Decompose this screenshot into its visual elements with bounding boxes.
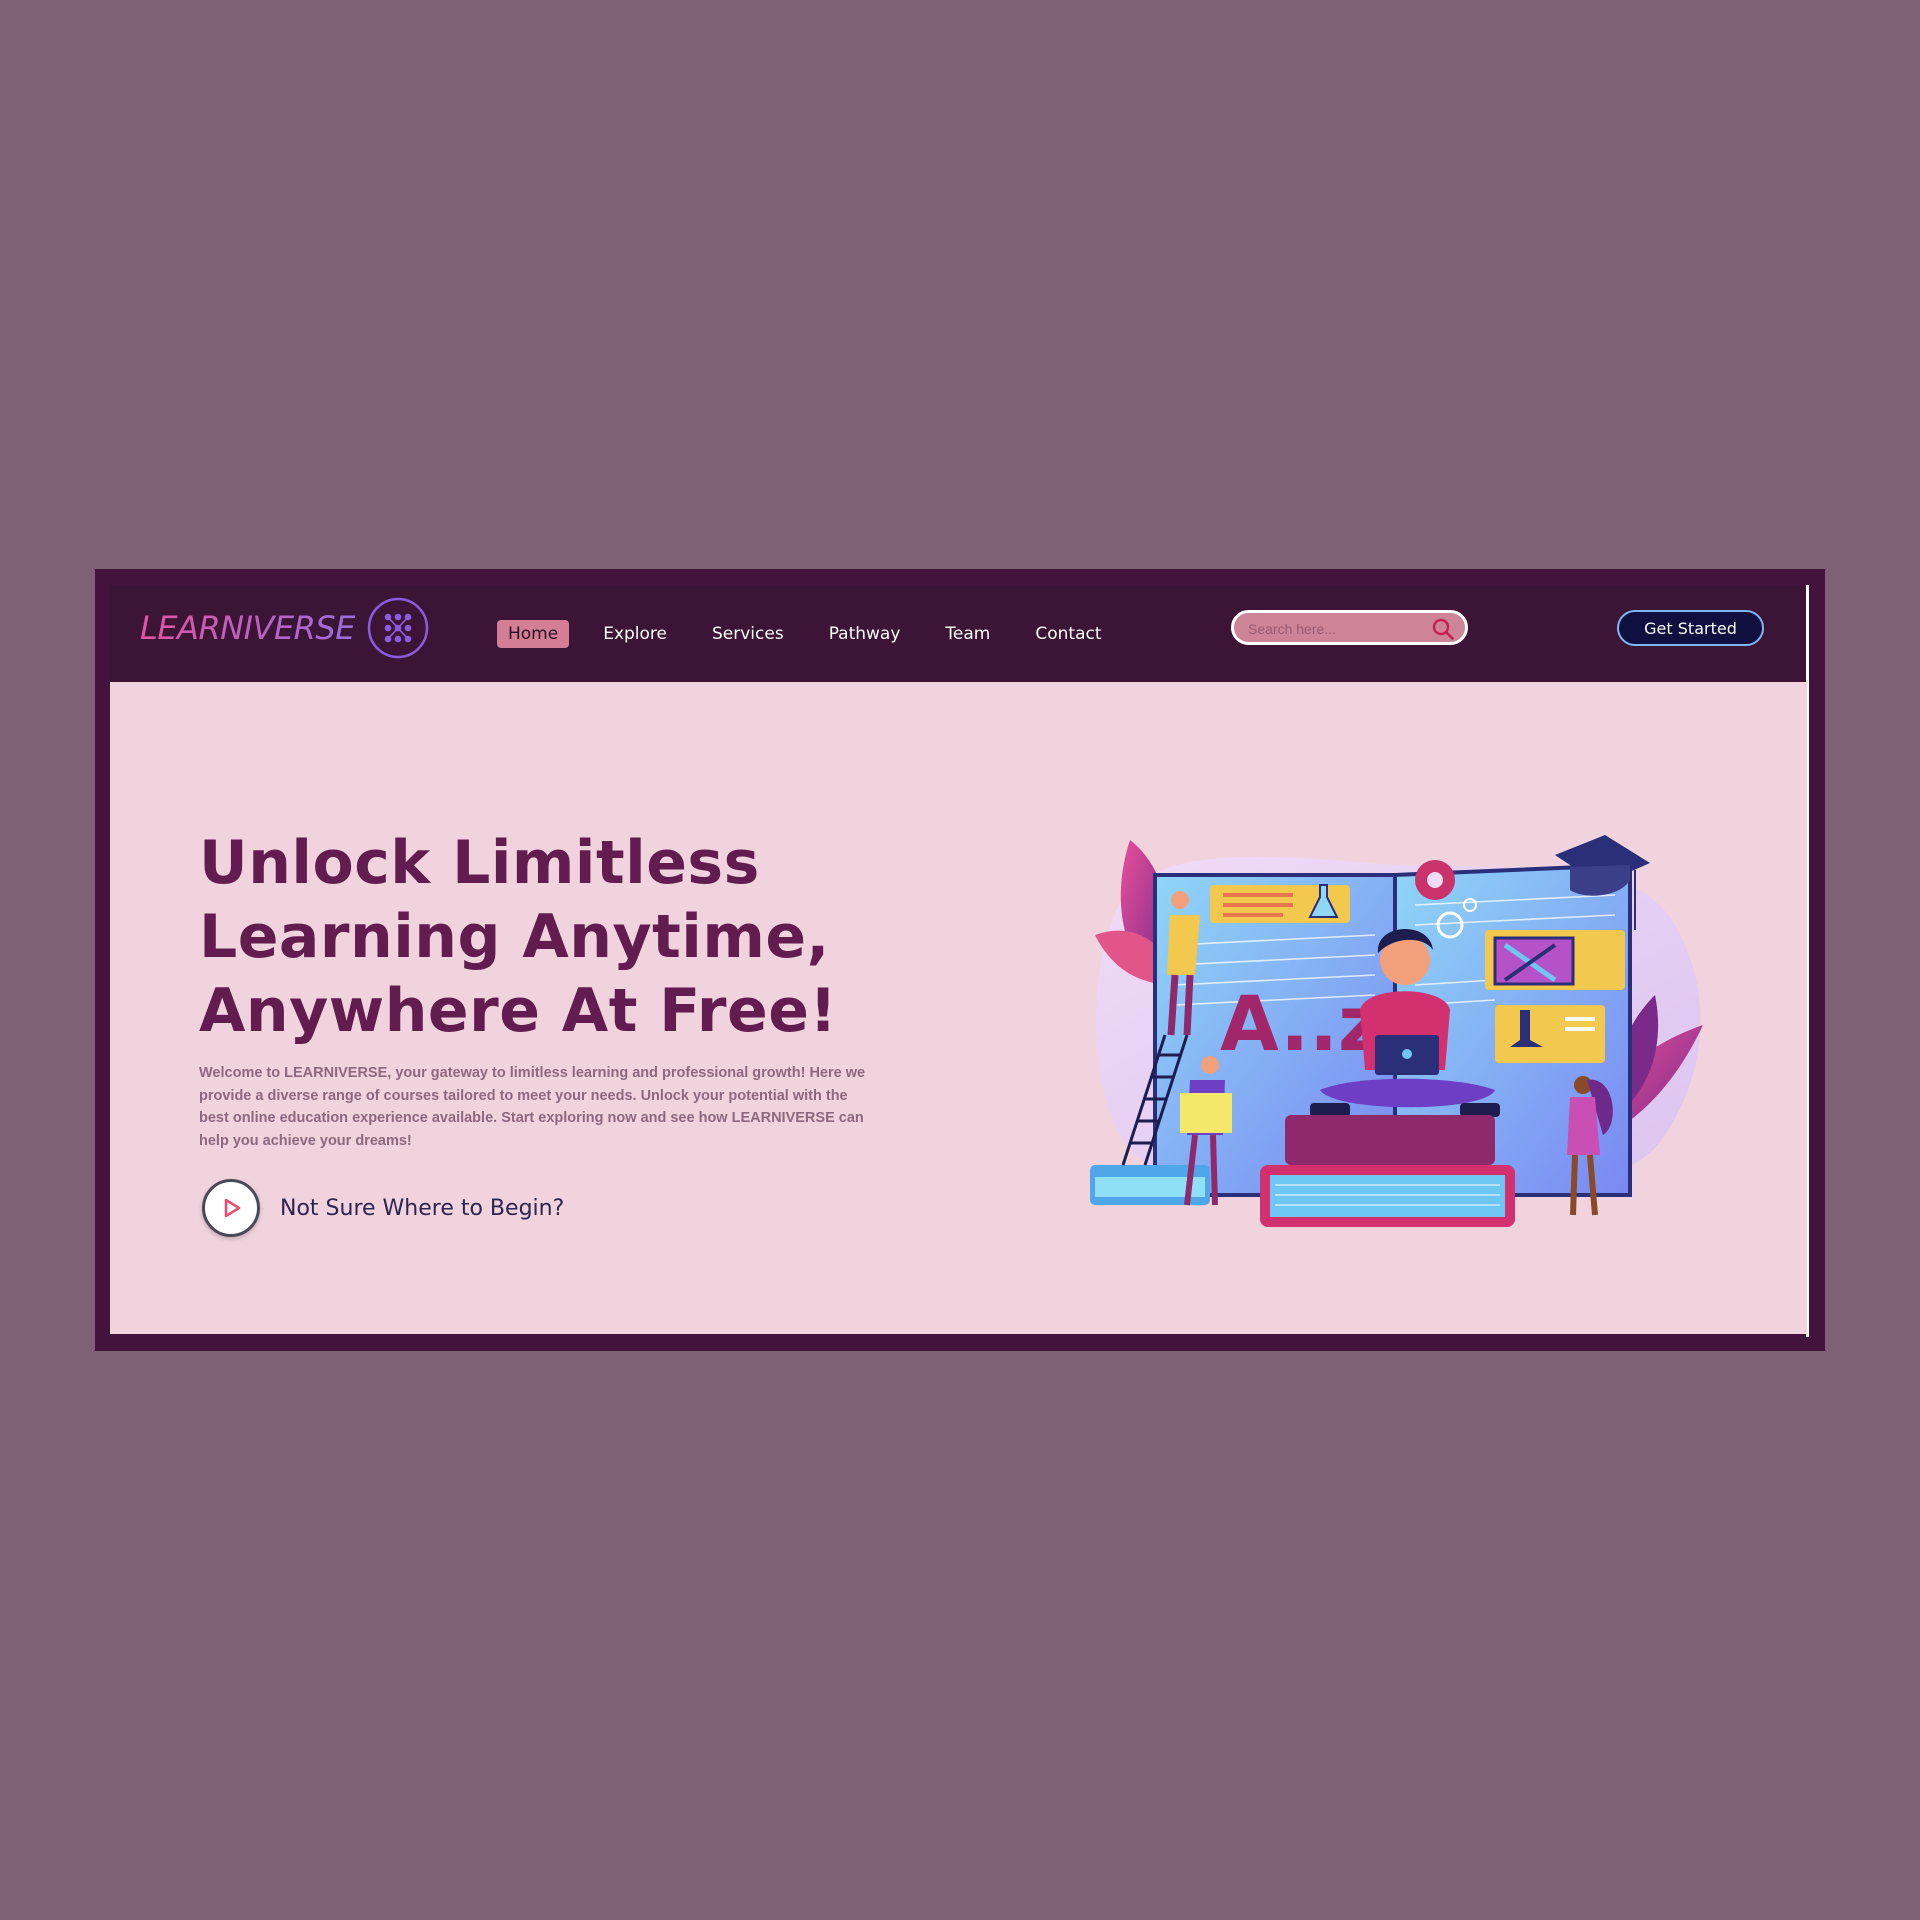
site-frame: LEARNIVERSE Home Explore Services Pathwa… (95, 569, 1825, 1351)
nav-team[interactable]: Team (934, 620, 1001, 648)
brand-name: LEARNIVERSE (140, 609, 355, 647)
get-started-button[interactable]: Get Started (1617, 610, 1764, 646)
nav-contact[interactable]: Contact (1024, 620, 1112, 648)
hero-headline: Unlock Limitless Learning Anytime, Anywh… (199, 828, 838, 1046)
video-cta-label: Not Sure Where to Begin? (280, 1195, 565, 1221)
search-input[interactable] (1246, 618, 1430, 640)
hero-section: Unlock Limitless Learning Anytime, Anywh… (110, 682, 1807, 1334)
hero-intro: Welcome to LEARNIVERSE, your gateway to … (199, 1065, 866, 1149)
dots-grid-logo-icon (367, 597, 429, 659)
search-box (1231, 610, 1468, 645)
az-label: A..z (1220, 979, 1382, 1068)
video-cta[interactable]: Not Sure Where to Begin? (202, 1179, 564, 1237)
nav-services[interactable]: Services (701, 620, 795, 648)
brand-logo[interactable]: LEARNIVERSE (140, 597, 429, 659)
play-button[interactable] (202, 1179, 260, 1237)
play-icon (224, 1198, 241, 1218)
search-icon[interactable] (1431, 617, 1455, 641)
nav-pathway[interactable]: Pathway (818, 620, 912, 648)
nav-explore[interactable]: Explore (592, 620, 678, 648)
learning-illustration: A..z (1090, 835, 1703, 1227)
nav-home[interactable]: Home (497, 620, 570, 648)
navbar: LEARNIVERSE Home Explore Services Pathwa… (110, 585, 1806, 682)
nav-links: Home Explore Services Pathway Team Conta… (497, 620, 1136, 648)
